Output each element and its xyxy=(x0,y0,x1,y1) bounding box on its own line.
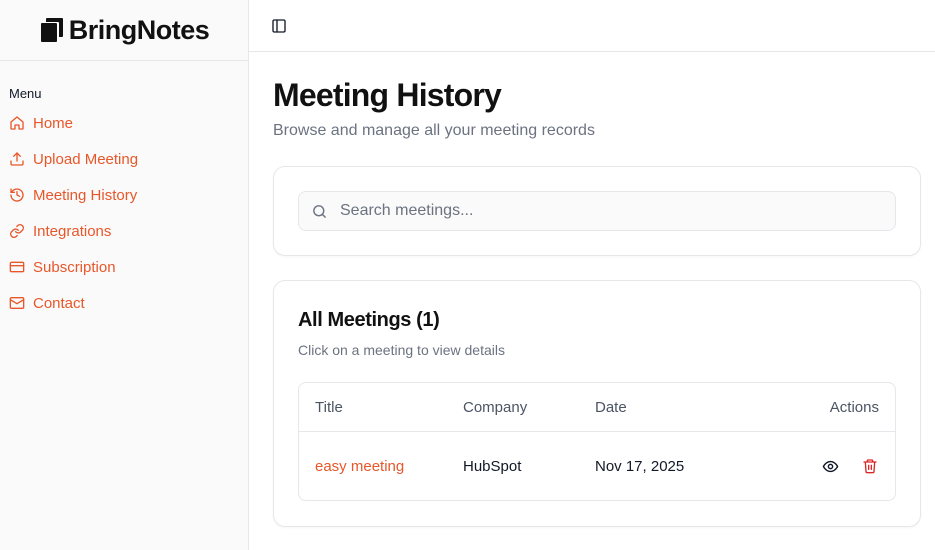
sidebar-item-label: Home xyxy=(33,114,74,132)
sidebar-item-label: Contact xyxy=(33,294,85,312)
meetings-section-subtitle: Click on a meeting to view details xyxy=(298,342,505,358)
sidebar-item-label: Subscription xyxy=(33,258,116,276)
meetings-card: All Meetings (1) Click on a meeting to v… xyxy=(273,280,921,527)
search-icon xyxy=(313,204,326,218)
sidebar-item-meeting-history[interactable]: Meeting History xyxy=(9,177,248,213)
sidebar-toggle-button[interactable] xyxy=(271,17,289,35)
sidebar-item-label: Meeting History xyxy=(33,186,138,204)
cell-date: Nov 17, 2025 xyxy=(595,457,685,475)
panel-left-icon xyxy=(272,18,286,33)
eye-icon xyxy=(822,460,838,472)
home-icon xyxy=(10,116,24,130)
sidebar-item-contact[interactable]: Contact xyxy=(9,285,248,321)
search-input[interactable] xyxy=(340,202,895,220)
cell-actions xyxy=(745,457,895,475)
search-card xyxy=(273,166,921,256)
upload-icon xyxy=(10,152,24,166)
page-subtitle: Browse and manage all your meeting recor… xyxy=(273,122,595,139)
view-meeting-button[interactable] xyxy=(821,457,839,475)
sidebar: BringNotes Menu Home Upload Meeting Meet… xyxy=(0,0,249,550)
brand-name: BringNotes xyxy=(68,14,210,45)
cell-title: easy meeting xyxy=(299,458,463,475)
column-header-company: Company xyxy=(463,398,528,416)
page-title: Meeting History xyxy=(273,77,502,113)
search-box[interactable] xyxy=(298,191,896,231)
credit-card-icon xyxy=(9,261,25,273)
notebook-logo-icon xyxy=(39,17,65,43)
sidebar-item-subscription[interactable]: Subscription xyxy=(9,249,248,285)
main-area: Meeting History Browse and manage all yo… xyxy=(249,0,935,550)
meeting-title-link[interactable]: easy meeting xyxy=(315,458,404,475)
page-content: Meeting History Browse and manage all yo… xyxy=(249,52,935,527)
column-header-title: Title xyxy=(315,398,343,416)
sidebar-item-label: Upload Meeting xyxy=(33,150,139,168)
link-icon xyxy=(10,224,24,238)
table-row[interactable]: easy meeting HubSpot Nov 17, 2025 xyxy=(299,432,895,500)
sidebar-item-integrations[interactable]: Integrations xyxy=(9,213,248,249)
column-header-actions: Actions xyxy=(829,398,879,416)
sidebar-item-upload-meeting[interactable]: Upload Meeting xyxy=(9,141,248,177)
meetings-section-title: All Meetings (1) xyxy=(298,309,440,331)
brand[interactable]: BringNotes xyxy=(0,0,248,61)
sidebar-item-home[interactable]: Home xyxy=(9,105,248,141)
trash-icon xyxy=(863,459,877,474)
delete-meeting-button[interactable] xyxy=(861,457,879,475)
meetings-table: Title Company Date Actions easy meeting … xyxy=(298,382,896,501)
sidebar-item-label: Integrations xyxy=(33,222,112,240)
mail-icon xyxy=(9,297,25,309)
menu-label: Menu xyxy=(9,86,42,101)
sidebar-nav: Home Upload Meeting Meeting History Inte… xyxy=(0,105,248,321)
app-root: BringNotes Menu Home Upload Meeting Meet… xyxy=(0,0,935,550)
topbar xyxy=(249,0,935,52)
history-icon xyxy=(10,188,24,202)
column-header-date: Date xyxy=(595,398,627,416)
table-header-row: Title Company Date Actions xyxy=(299,383,895,432)
cell-company: HubSpot xyxy=(463,457,522,475)
